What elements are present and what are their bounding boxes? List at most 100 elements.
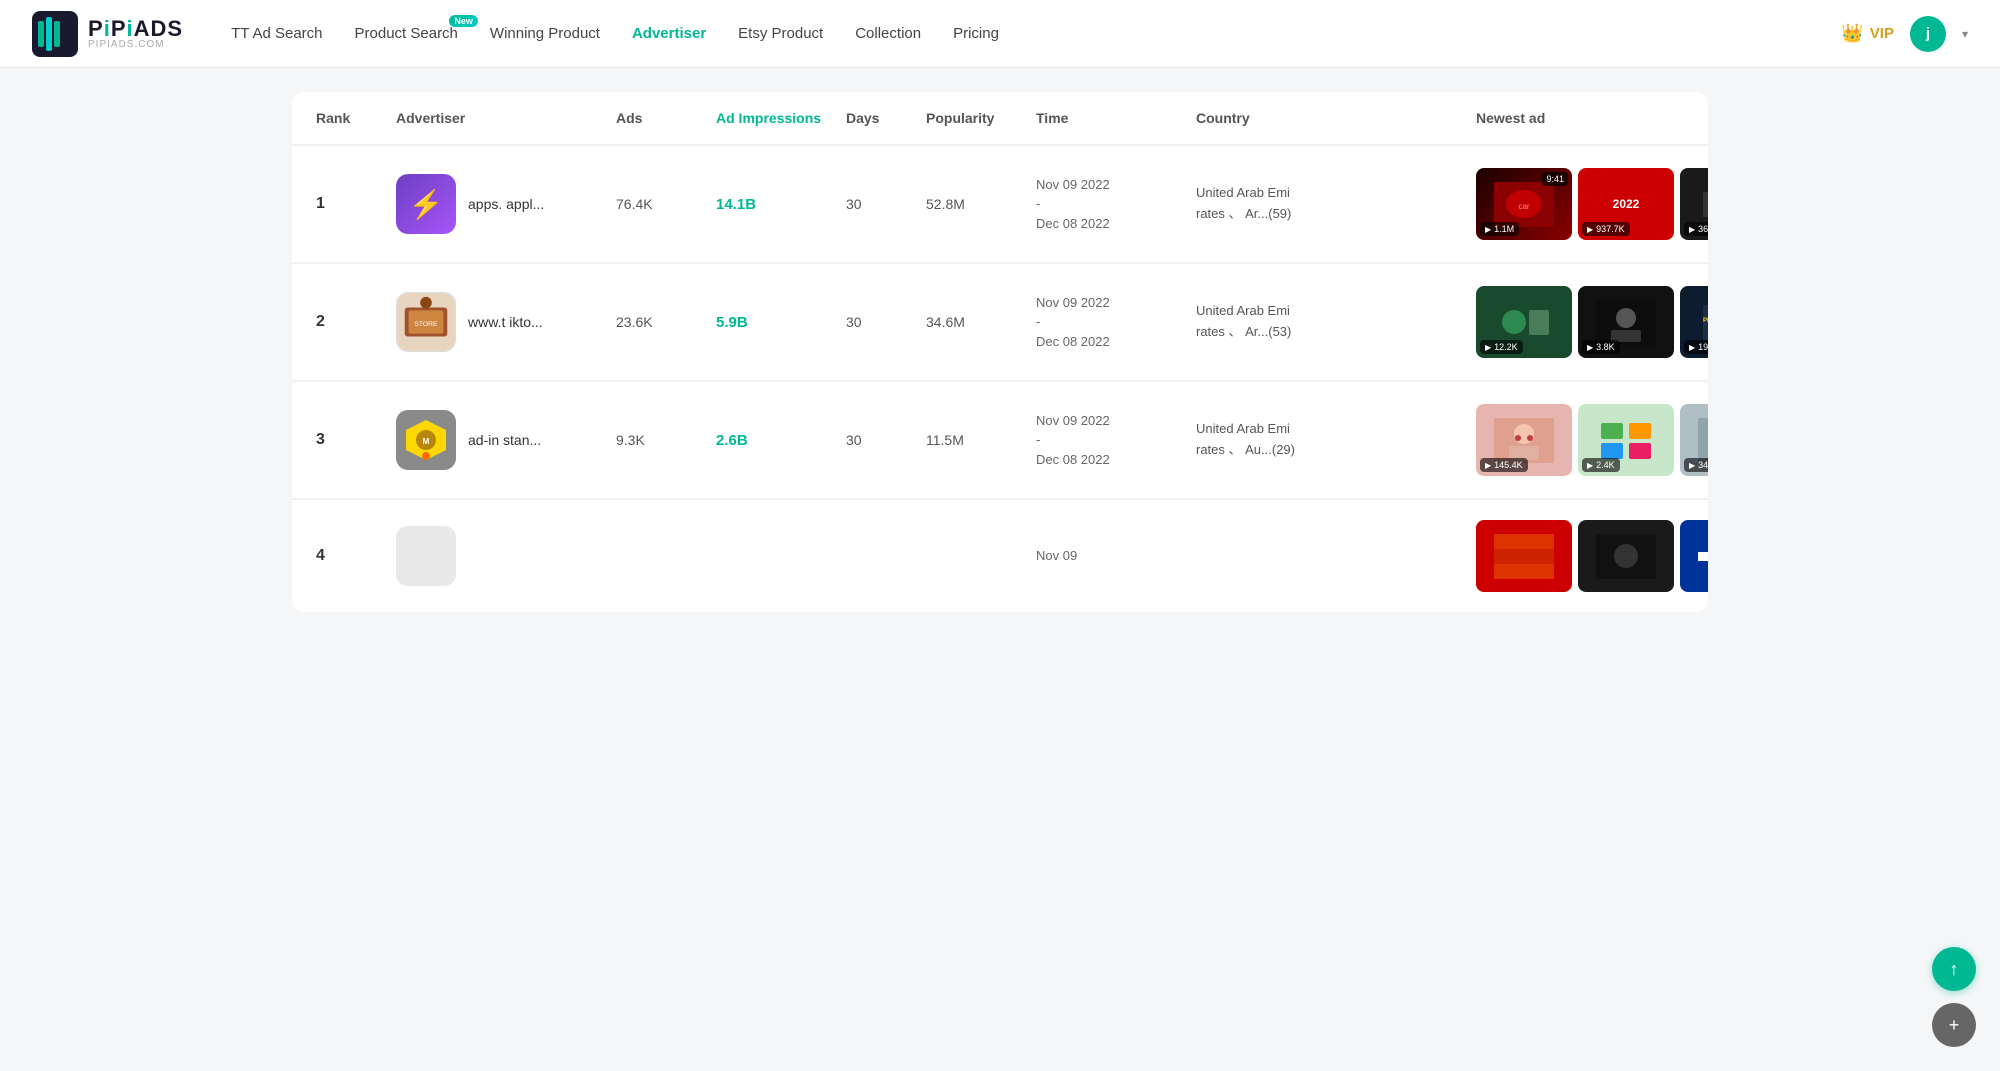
col-rank: Rank — [316, 110, 396, 126]
thumb-views-1-2: ▶937.7K — [1582, 222, 1630, 236]
main-content: Rank Advertiser Ads Ad Impressions Days … — [260, 68, 1740, 636]
col-impressions[interactable]: Ad Impressions — [716, 110, 846, 126]
navbar: PiPiADS PIPIADS.COM TT Ad Search Product… — [0, 0, 2000, 68]
ad-thumb-3-2[interactable]: ▶2.4K — [1578, 404, 1674, 476]
time-2: Nov 09 2022-Dec 08 2022 — [1036, 293, 1196, 352]
col-newest-ad: Newest ad — [1476, 110, 1708, 126]
popularity-1: 52.8M — [926, 196, 1036, 212]
days-2: 30 — [846, 314, 926, 330]
nav-product-search[interactable]: Product Search New — [355, 25, 458, 42]
popularity-2: 34.6M — [926, 314, 1036, 330]
thumb-views-3-1: ▶145.4K — [1480, 458, 1528, 472]
chevron-down-icon[interactable]: ▾ — [1962, 27, 1968, 41]
ad-thumb-4-3[interactable] — [1680, 520, 1708, 592]
expand-button[interactable]: + — [1932, 1003, 1976, 1047]
thumb-views-2-1: ▶12.2K — [1480, 340, 1523, 354]
newest-ads-1: car 9:41 ▶1.1M 2022 ▶937.7K building — [1476, 168, 1708, 240]
advertiser-cell-1: ⚡ apps. appl... — [396, 174, 616, 234]
ad-thumb-4-1[interactable] — [1476, 520, 1572, 592]
popularity-3: 11.5M — [926, 432, 1036, 448]
ads-count-3: 9.3K — [616, 432, 716, 448]
col-days: Days — [846, 110, 926, 126]
rank-2: 2 — [316, 313, 396, 331]
rank-1: 1 — [316, 195, 396, 213]
col-advertiser: Advertiser — [396, 110, 616, 126]
nav-advertiser[interactable]: Advertiser — [632, 25, 706, 42]
ad-thumb-2-3[interactable]: PROMO ALERT!!! ▶195.3K — [1680, 286, 1708, 358]
advertiser-cell-4 — [396, 526, 616, 586]
advertiser-cell-2: STORE www.t ikto... — [396, 292, 616, 352]
svg-text:PROMO ALERT!!!: PROMO ALERT!!! — [1703, 318, 1708, 324]
logo-name: PiPiADS — [88, 18, 183, 40]
nav-links: TT Ad Search Product Search New Winning … — [231, 25, 1841, 42]
col-country: Country — [1196, 110, 1476, 126]
time-4: Nov 09 — [1036, 546, 1196, 566]
ad-thumb-1-1[interactable]: car 9:41 ▶1.1M — [1476, 168, 1572, 240]
svg-text:2022: 2022 — [1613, 197, 1640, 211]
thumb-views-1-3: ▶36.4K — [1684, 222, 1708, 236]
thumb-views-3-2: ▶2.4K — [1582, 458, 1620, 472]
table-row: 1 ⚡ apps. appl... 76.4K 14.1B 30 52.8M N… — [292, 146, 1708, 263]
time-3: Nov 09 2022-Dec 08 2022 — [1036, 411, 1196, 470]
table-row: 3 M ad-in stan... 9.3K 2.6B 30 11.5M Nov… — [292, 382, 1708, 499]
ad-thumb-3-1[interactable]: ▶145.4K — [1476, 404, 1572, 476]
thumb-views-2-3: ▶195.3K — [1684, 340, 1708, 354]
ads-count-1: 76.4K — [616, 196, 716, 212]
days-1: 30 — [846, 196, 926, 212]
nav-pricing[interactable]: Pricing — [953, 25, 999, 42]
new-badge: New — [449, 15, 478, 27]
nav-etsy-product[interactable]: Etsy Product — [738, 25, 823, 42]
rank-4: 4 — [316, 547, 396, 565]
ad-thumb-2-1[interactable]: ▶12.2K — [1476, 286, 1572, 358]
nav-right: 👑 VIP j ▾ — [1841, 16, 1968, 52]
col-time: Time — [1036, 110, 1196, 126]
newest-ads-4 — [1476, 520, 1708, 592]
advertiser-avatar-4[interactable] — [396, 526, 456, 586]
advertiser-avatar-2[interactable]: STORE — [396, 292, 456, 352]
impressions-3: 2.6B — [716, 432, 846, 449]
logo-sub: PIPIADS.COM — [88, 40, 183, 50]
newest-ads-3: ▶145.4K ▶2.4K ▶341.3K — [1476, 404, 1708, 476]
advertiser-table: Rank Advertiser Ads Ad Impressions Days … — [292, 92, 1708, 612]
svg-text:STORE: STORE — [414, 321, 438, 328]
thumb-views-2-2: ▶3.8K — [1582, 340, 1620, 354]
col-popularity: Popularity — [926, 110, 1036, 126]
svg-text:M: M — [423, 437, 430, 446]
country-1: United Arab Emi rates 、 Ar...(59) — [1196, 183, 1476, 225]
thumb-time-1-1: 9:41 — [1542, 172, 1568, 186]
advertiser-name-1[interactable]: apps. appl... — [468, 196, 544, 212]
scroll-to-top-button[interactable]: ↑ — [1932, 947, 1976, 991]
impressions-1: 14.1B — [716, 196, 846, 213]
table-row: 2 STORE www.t ikto... 23.6K 5.9B 30 34.6… — [292, 264, 1708, 381]
crown-icon: 👑 — [1841, 23, 1863, 44]
thumb-views-3-3: ▶341.3K — [1684, 458, 1708, 472]
advertiser-name-2[interactable]: www.t ikto... — [468, 314, 543, 330]
newest-ads-2: ▶12.2K ▶3.8K PROMO ALERT!!! ▶195.3K — [1476, 286, 1708, 358]
table-header: Rank Advertiser Ads Ad Impressions Days … — [292, 92, 1708, 146]
ad-thumb-4-2[interactable] — [1578, 520, 1674, 592]
country-2: United Arab Emi rates 、 Ar...(53) — [1196, 301, 1476, 343]
ad-thumb-2-2[interactable]: ▶3.8K — [1578, 286, 1674, 358]
vip-button[interactable]: 👑 VIP — [1841, 23, 1894, 44]
vip-label: VIP — [1870, 25, 1894, 42]
col-ads: Ads — [616, 110, 716, 126]
table-row-partial: 4 Nov 09 — [292, 500, 1708, 612]
advertiser-avatar-1[interactable]: ⚡ — [396, 174, 456, 234]
thumb-views-1-1: ▶1.1M — [1480, 222, 1519, 236]
ad-thumb-1-3[interactable]: building ▶36.4K — [1680, 168, 1708, 240]
rank-3: 3 — [316, 431, 396, 449]
country-3: United Arab Emi rates 、 Au...(29) — [1196, 419, 1476, 461]
advertiser-name-3[interactable]: ad-in stan... — [468, 432, 541, 448]
ads-count-2: 23.6K — [616, 314, 716, 330]
ad-thumb-1-2[interactable]: 2022 ▶937.7K — [1578, 168, 1674, 240]
nav-tt-ad-search[interactable]: TT Ad Search — [231, 25, 322, 42]
days-3: 30 — [846, 432, 926, 448]
time-1: Nov 09 2022-Dec 08 2022 — [1036, 175, 1196, 234]
nav-winning-product[interactable]: Winning Product — [490, 25, 600, 42]
logo[interactable]: PiPiADS PIPIADS.COM — [32, 11, 183, 57]
nav-collection[interactable]: Collection — [855, 25, 921, 42]
advertiser-avatar-3[interactable]: M — [396, 410, 456, 470]
user-avatar[interactable]: j — [1910, 16, 1946, 52]
ad-thumb-3-3[interactable]: ▶341.3K — [1680, 404, 1708, 476]
svg-text:car: car — [1518, 202, 1529, 211]
